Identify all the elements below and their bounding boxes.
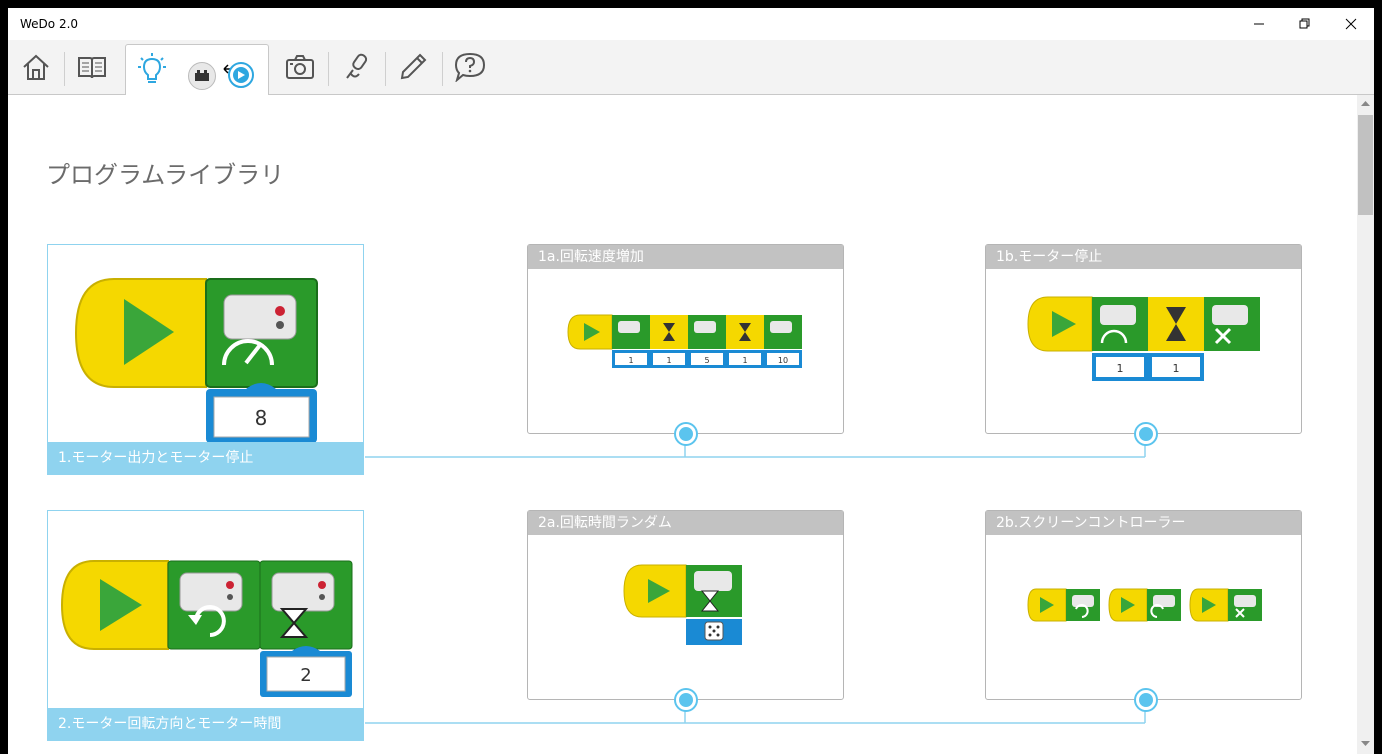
connector-dot-2a <box>676 690 696 710</box>
minimize-button[interactable] <box>1236 8 1282 40</box>
restore-button[interactable] <box>1282 8 1328 40</box>
program-library-view: プログラムライブラリ 8 1.モーター出力とモーター停止 1a.回転速度増加 1… <box>8 95 1357 754</box>
app-window: WeDo 2.0 プログラムライブラリ 8 1.モーター出力とモーター停止 1a… <box>8 8 1374 754</box>
microphone-icon <box>346 53 368 79</box>
lightbulb-icon <box>138 53 166 83</box>
book-button[interactable] <box>64 40 120 94</box>
program-preview-1a: 1 1 5 1 10 <box>567 314 802 368</box>
tab-programming[interactable] <box>125 44 269 96</box>
home-icon <box>23 54 49 80</box>
program-card-2b[interactable]: 2b.スクリーンコントローラー <box>985 510 1302 700</box>
connector-dot-2b <box>1136 690 1156 710</box>
scroll-down-icon[interactable] <box>1361 741 1370 747</box>
program-preview-2b <box>1027 588 1262 622</box>
program-toggle[interactable] <box>228 62 254 88</box>
brick-toggle[interactable] <box>188 62 216 90</box>
play-circle-icon <box>233 67 249 83</box>
pencil-icon <box>400 53 427 80</box>
program-1a-value-4: 1 <box>742 356 747 365</box>
help-icon <box>454 52 486 82</box>
program-preview-2: 2 <box>60 560 353 697</box>
program-card-2a[interactable]: 2a.回転時間ランダム <box>527 510 844 700</box>
program-1a-value-2: 1 <box>666 356 671 365</box>
camera-button[interactable] <box>272 40 328 94</box>
program-preview-2a <box>623 564 742 645</box>
minimize-icon <box>1254 23 1264 25</box>
help-button[interactable] <box>442 40 498 94</box>
program-1a-value-5: 10 <box>778 356 788 365</box>
program-1b-value-2: 1 <box>1173 362 1180 375</box>
brick-icon <box>195 70 209 81</box>
program-card-1b-title: 1b.モーター停止 <box>986 245 1301 269</box>
program-card-1[interactable]: 8 1.モーター出力とモーター停止 <box>47 244 364 475</box>
window-title: WeDo 2.0 <box>20 17 79 31</box>
pencil-button[interactable] <box>385 40 441 94</box>
program-card-2[interactable]: 2 2.モーター回転方向とモーター時間 <box>47 510 364 741</box>
program-1a-value-3: 5 <box>704 356 709 365</box>
program-card-2b-title: 2b.スクリーンコントローラー <box>986 511 1301 535</box>
toolbar <box>8 40 1374 96</box>
program-card-1-label: 1.モーター出力とモーター停止 <box>48 442 363 474</box>
title-bar: WeDo 2.0 <box>8 8 1374 40</box>
book-icon <box>78 57 106 79</box>
program-preview-1b: 1 1 <box>1027 296 1260 381</box>
connector-dot-1b <box>1136 424 1156 444</box>
close-icon <box>1345 18 1357 30</box>
program-preview-1: 8 <box>74 278 318 443</box>
program-card-1a[interactable]: 1a.回転速度増加 1 1 5 1 10 <box>527 244 844 434</box>
program-2-value: 2 <box>300 665 311 686</box>
program-card-1b[interactable]: 1b.モーター停止 1 1 <box>985 244 1302 434</box>
restore-icon <box>1299 18 1310 29</box>
microphone-button[interactable] <box>328 40 384 94</box>
program-card-2a-title: 2a.回転時間ランダム <box>528 511 843 535</box>
program-1a-value-1: 1 <box>628 356 633 365</box>
home-button[interactable] <box>8 40 64 94</box>
program-1-value: 8 <box>255 406 268 430</box>
scroll-up-icon[interactable] <box>1361 100 1370 106</box>
scrollbar-thumb[interactable] <box>1358 115 1373 215</box>
camera-icon <box>286 55 314 79</box>
program-card-2-label: 2.モーター回転方向とモーター時間 <box>48 708 363 740</box>
program-card-1a-title: 1a.回転速度増加 <box>528 245 843 269</box>
program-1b-value-1: 1 <box>1117 362 1124 375</box>
connector-dot-1a <box>676 424 696 444</box>
close-button[interactable] <box>1328 8 1374 40</box>
